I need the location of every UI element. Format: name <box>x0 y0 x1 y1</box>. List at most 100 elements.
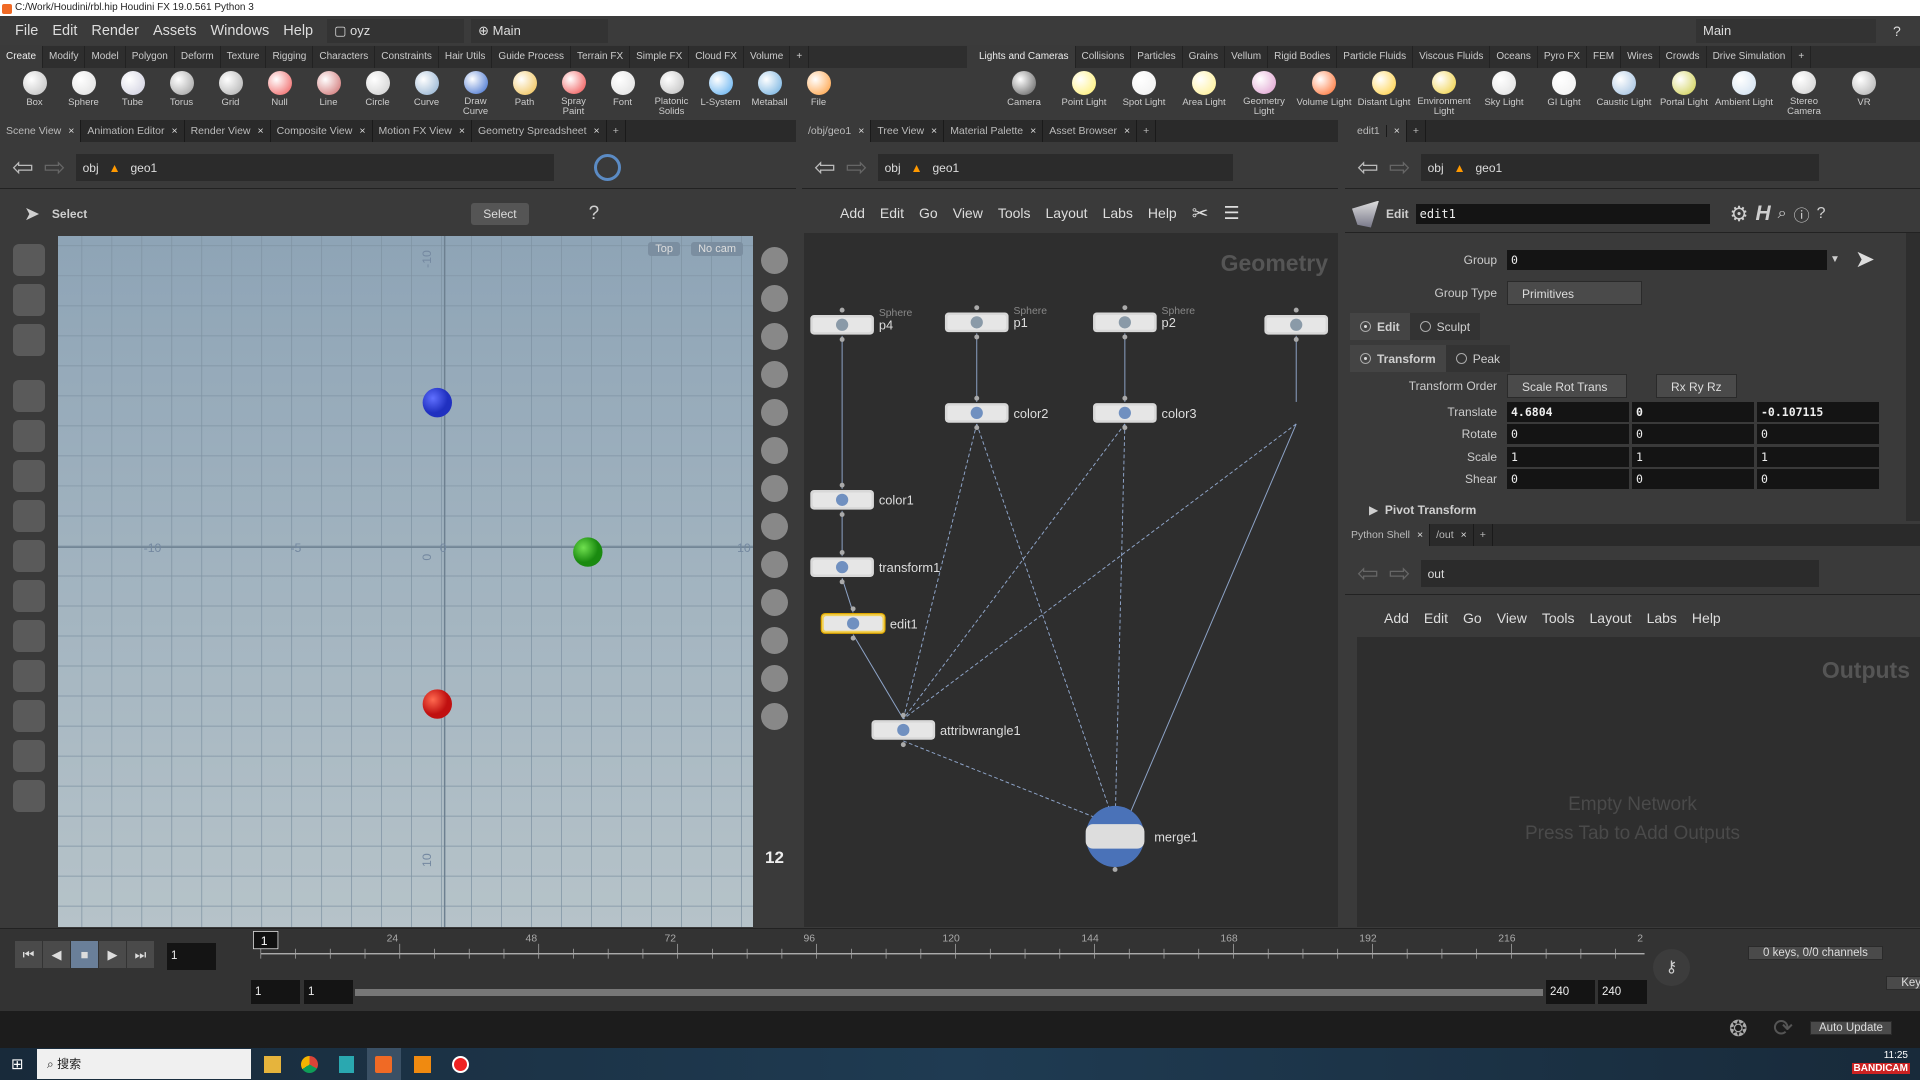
shelf-tool-l-system[interactable]: L-System <box>696 68 745 117</box>
wrench-icon[interactable]: ✂ <box>1192 201 1209 226</box>
tab-edit1[interactable]: edit1 × <box>1345 120 1407 142</box>
layers-icon[interactable] <box>13 740 45 772</box>
close-icon[interactable]: × <box>68 125 74 137</box>
shelf-tool-file[interactable]: File <box>794 68 843 117</box>
shelf-tool-line[interactable]: Line <box>304 68 353 117</box>
move-tool-icon[interactable] <box>13 460 45 492</box>
range-slider[interactable] <box>355 989 1543 996</box>
node-edit1[interactable]: edit1 <box>820 606 918 641</box>
rotate-y-field[interactable]: 0 <box>1632 424 1754 445</box>
help-icon[interactable]: ? <box>1817 205 1826 223</box>
node-wire[interactable] <box>903 740 1116 826</box>
shelf-tab-lights-and-cameras[interactable]: Lights and Cameras <box>973 46 1076 68</box>
menu-render[interactable]: Render <box>91 23 139 39</box>
start-frame-field[interactable]: 1 <box>251 980 300 1004</box>
out-menu-edit[interactable]: Edit <box>1424 610 1448 626</box>
tab-scene-view[interactable]: Scene View × <box>0 120 82 142</box>
shelf-tool-portal-light[interactable]: Portal Light <box>1654 68 1714 117</box>
shelf-tool-draw-curve[interactable]: Draw Curve <box>451 68 500 117</box>
desktop-dropdown[interactable]: ▢ oyz <box>327 18 465 43</box>
shelf-tab-fem[interactable]: FEM <box>1587 46 1622 68</box>
magnet-curve-icon[interactable] <box>13 660 45 692</box>
close-icon[interactable]: × <box>359 125 365 137</box>
close-icon[interactable]: × <box>594 125 600 137</box>
key-mode-menu[interactable]: Key All Channels <box>1886 976 1920 990</box>
key-icon[interactable]: ⚷ <box>1653 949 1690 986</box>
close-icon[interactable]: × <box>1124 125 1130 137</box>
current-frame-field[interactable]: 1 <box>167 943 216 970</box>
scale-z-field[interactable]: 1 <box>1757 446 1879 467</box>
scale-y-field[interactable]: 1 <box>1632 446 1754 467</box>
pivot-transform-folder[interactable]: ▶ Pivot Transform <box>1369 499 1476 520</box>
frame-ruler[interactable]: 24 48 72 96 120 144 168 192 216 2 1 <box>251 929 1647 971</box>
node-color1[interactable]: color1 <box>810 482 914 517</box>
transform-order-menu[interactable]: Scale Rot Trans <box>1507 373 1627 398</box>
help-icon[interactable]: ? <box>1893 23 1901 39</box>
shelf-tab-grains[interactable]: Grains <box>1183 46 1226 68</box>
hda-icon[interactable]: H <box>1756 202 1771 226</box>
point-number-display[interactable]: 12 <box>765 848 784 868</box>
group-type-menu[interactable]: Primitives <box>1507 280 1642 305</box>
grid-display-icon[interactable] <box>761 247 788 274</box>
node-color2[interactable]: color2 <box>944 395 1049 431</box>
shelf-tab-simple-fx[interactable]: Simple FX <box>630 46 690 68</box>
back-arrow-icon[interactable]: ⇦ <box>1357 152 1379 183</box>
radio-edit[interactable]: Edit <box>1350 313 1410 340</box>
shelf-tab-particles[interactable]: Particles <box>1131 46 1183 68</box>
shading-icon[interactable] <box>761 399 788 426</box>
node-name-field[interactable]: edit1 <box>1415 204 1710 224</box>
close-icon[interactable]: × <box>1394 125 1400 137</box>
shelf-tool-stereo-camera[interactable]: Stereo Camera <box>1774 68 1834 117</box>
end-frame-field[interactable]: 240 <box>1598 980 1647 1004</box>
net-menu-go[interactable]: Go <box>919 205 938 221</box>
shelf-tool-point-light[interactable]: Point Light <box>1054 68 1114 117</box>
crumb-obj[interactable]: obj <box>885 161 901 175</box>
stop-button[interactable]: ■ <box>71 941 98 968</box>
select-arrow-icon[interactable]: ➤ <box>24 203 40 226</box>
shelf-tool-distant-light[interactable]: Distant Light <box>1354 68 1414 117</box>
keys-channels-menu[interactable]: 0 keys, 0/0 channels <box>1748 946 1883 960</box>
crumb-obj[interactable]: obj <box>83 161 99 175</box>
out-menu-go[interactable]: Go <box>1463 610 1482 626</box>
net-menu-labs[interactable]: Labs <box>1103 205 1133 221</box>
menu-file[interactable]: File <box>15 23 38 39</box>
path-breadcrumb[interactable]: obj ▲ geo1 <box>75 154 554 181</box>
group-field[interactable]: 0 <box>1507 249 1827 270</box>
close-icon[interactable]: × <box>858 125 864 137</box>
rotate-order-menu[interactable]: Rx Ry Rz <box>1656 373 1737 398</box>
net-menu-layout[interactable]: Layout <box>1046 205 1088 221</box>
houdini-taskbar-button[interactable] <box>367 1048 401 1080</box>
shear-x-field[interactable]: 0 <box>1507 469 1629 490</box>
outputs-network[interactable]: Outputs Empty Network Press Tab to Add O… <box>1357 637 1920 927</box>
close-icon[interactable]: × <box>1461 529 1467 541</box>
shelf-tab-texture[interactable]: Texture <box>221 46 267 68</box>
shelf-tab-cloud-fx[interactable]: Cloud FX <box>689 46 744 68</box>
right-context-dropdown[interactable]: Main <box>1696 18 1876 43</box>
translate-x-field[interactable]: 4.6804 <box>1507 401 1629 422</box>
shelf-tool-camera[interactable]: Camera <box>994 68 1054 117</box>
close-icon[interactable]: × <box>459 125 465 137</box>
windows-start-icon[interactable]: ⊞ <box>11 1055 24 1073</box>
shelf-tool-vr[interactable]: VR <box>1834 68 1894 117</box>
node-wire[interactable] <box>1124 423 1297 826</box>
shelf-tab-modify[interactable]: Modify <box>43 46 86 68</box>
shelf-tool-grid[interactable]: Grid <box>206 68 255 117</box>
net-menu-help[interactable]: Help <box>1148 205 1177 221</box>
jump-start-button[interactable]: ⏮ <box>15 941 42 968</box>
radio-peak[interactable]: Peak <box>1445 345 1511 372</box>
node-p1[interactable]: p1Sphere <box>944 305 1047 340</box>
add-tab-icon[interactable]: + <box>1474 524 1493 546</box>
camera-display-icon[interactable] <box>761 285 788 312</box>
crumb-geo1[interactable]: geo1 <box>131 161 158 175</box>
close-icon[interactable]: × <box>1417 529 1423 541</box>
crumb-geo1[interactable]: geo1 <box>933 161 960 175</box>
path-breadcrumb[interactable]: obj ▲ geo1 <box>1420 154 1819 181</box>
shelf-tool-sky-light[interactable]: Sky Light <box>1474 68 1534 117</box>
headlight-icon[interactable] <box>761 513 788 540</box>
rotate-z-field[interactable]: 0 <box>1757 424 1879 445</box>
add-tab-icon[interactable]: + <box>1407 120 1427 142</box>
tab-render-view[interactable]: Render View × <box>185 120 271 142</box>
param-scrollbar[interactable] <box>1906 233 1920 521</box>
play-reverse-button[interactable]: ◀ <box>43 941 70 968</box>
out-menu-labs[interactable]: Labs <box>1647 610 1677 626</box>
